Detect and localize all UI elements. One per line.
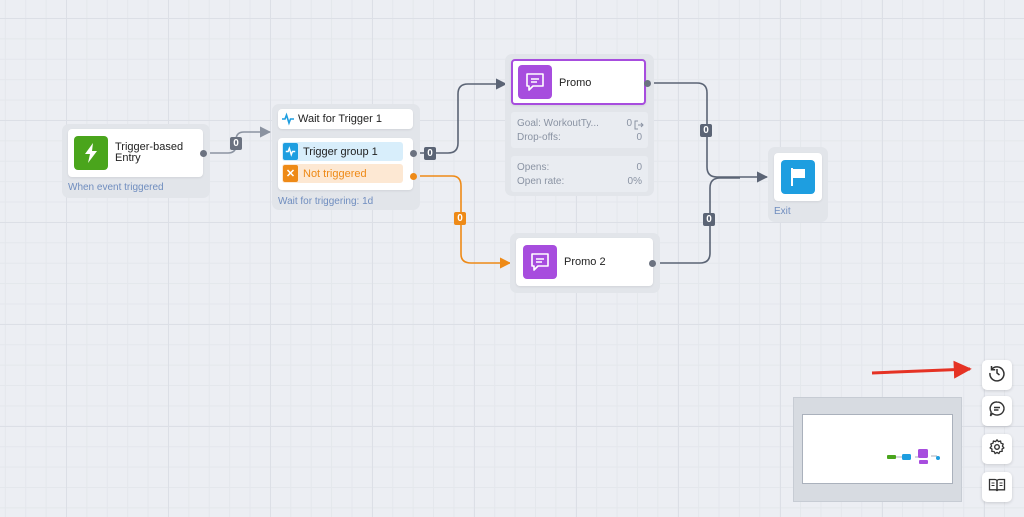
exit-node[interactable]: Exit <box>768 147 828 222</box>
edge-count-promo2-to-exit: 0 <box>703 213 715 226</box>
dropoffs-value: 0 <box>636 132 642 143</box>
wait-branches: Trigger group 1 ✕ Not triggered <box>278 138 413 190</box>
exit-title: Exit <box>774 206 791 217</box>
edge-count-entry-to-wait: 0 <box>230 137 242 150</box>
entry-title: Trigger-based Entry <box>115 141 184 164</box>
edge-group-to-promo <box>414 78 508 154</box>
message-icon <box>518 65 552 99</box>
promo-open-stats: Opens: 0 Open rate: 0% <box>511 156 648 192</box>
promo-output-port[interactable] <box>644 80 651 87</box>
promo-card[interactable]: Promo <box>511 59 646 105</box>
flag-icon <box>781 160 815 194</box>
settings-button[interactable] <box>982 434 1012 464</box>
not-triggered-output-port[interactable] <box>410 173 417 180</box>
openrate-label: Open rate: <box>517 176 565 187</box>
opens-value: 0 <box>636 162 642 173</box>
wait-title: Wait for Trigger 1 <box>298 113 382 125</box>
message-icon <box>523 245 557 279</box>
edge-count-promo-to-exit: 0 <box>700 124 712 137</box>
openrate-value: 0% <box>627 176 642 187</box>
promo-node[interactable]: Promo Goal: WorkoutTy... 0 Drop-offs: 0 … <box>505 54 654 196</box>
opens-label: Opens: <box>517 162 550 173</box>
promo2-node[interactable]: Promo 2 <box>510 233 660 293</box>
book-icon <box>988 476 1006 499</box>
goal-value: 0 <box>626 118 632 129</box>
entry-footer: When event triggered <box>68 182 164 193</box>
promo2-title: Promo 2 <box>564 256 606 268</box>
promo-title: Promo <box>559 77 592 89</box>
comments-button[interactable] <box>982 396 1012 426</box>
promo2-output-port[interactable] <box>649 260 656 267</box>
wait-header[interactable]: Wait for Trigger 1 <box>278 109 413 129</box>
pulse-icon <box>281 112 295 131</box>
history-button[interactable] <box>982 360 1012 390</box>
exit-card[interactable] <box>774 153 822 201</box>
history-icon <box>988 364 1006 387</box>
entry-card[interactable]: Trigger-based Entry <box>68 129 203 177</box>
group-output-port[interactable] <box>410 150 417 157</box>
branch-not-triggered-label: Not triggered <box>303 168 367 180</box>
minimap[interactable] <box>793 397 962 502</box>
pulse-icon <box>283 143 298 160</box>
branch-trigger-group[interactable]: Trigger group 1 <box>282 142 403 161</box>
dropoffs-label: Drop-offs: <box>517 132 561 143</box>
gear-icon <box>988 438 1006 461</box>
promo-goal-stats: Goal: WorkoutTy... 0 Drop-offs: 0 <box>511 112 648 148</box>
comment-icon <box>988 400 1006 423</box>
branch-trigger-group-label: Trigger group 1 <box>303 146 378 158</box>
wait-node[interactable]: Wait for Trigger 1 Trigger group 1 ✕ Not… <box>272 104 420 210</box>
lightning-icon <box>74 136 108 170</box>
goal-label: Goal: WorkoutTy... <box>517 118 599 129</box>
docs-button[interactable] <box>982 472 1012 502</box>
red-arrow <box>871 360 972 379</box>
minimap-preview <box>887 449 940 464</box>
entry-node[interactable]: Trigger-based Entry When event triggered <box>62 124 210 198</box>
entry-output-port[interactable] <box>200 150 207 157</box>
minimap-viewport[interactable] <box>802 414 953 484</box>
edge-promo2-to-exit <box>652 177 740 264</box>
branch-not-triggered[interactable]: ✕ Not triggered <box>282 164 403 183</box>
edge-count-group-to-promo: 0 <box>424 147 436 160</box>
wait-footer: Wait for triggering: 1d <box>278 196 374 207</box>
promo2-card[interactable]: Promo 2 <box>516 238 653 286</box>
close-icon: ✕ <box>283 165 298 182</box>
edge-count-not-triggered-to-promo2: 0 <box>454 212 466 225</box>
